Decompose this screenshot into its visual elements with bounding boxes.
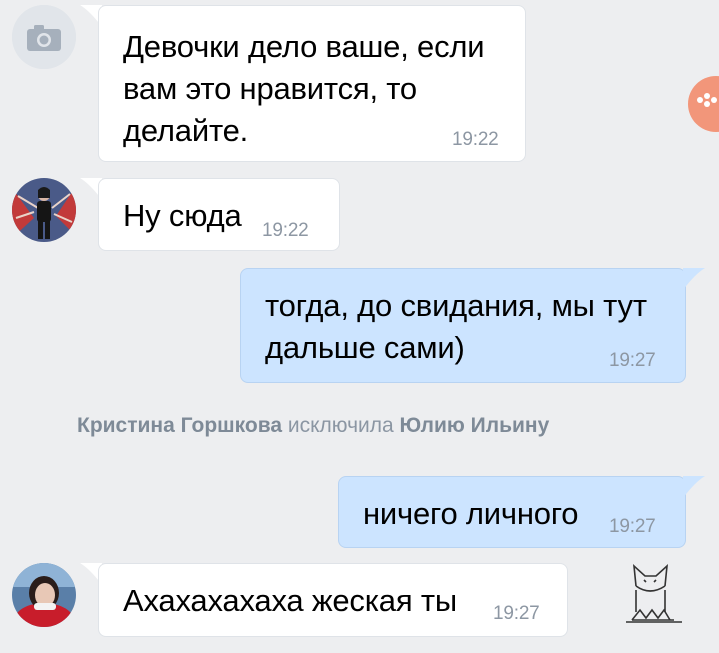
cat-sticker-icon[interactable] (618, 560, 688, 626)
system-event: Кристина Горшкова исключила Юлию Ильину (77, 414, 697, 438)
message-text-line: Девочки дело ваше, если (123, 29, 485, 64)
message-text-line: ничего личного (363, 496, 579, 531)
message-text-line: дальше сами) (265, 330, 465, 365)
message-time: 19:22 (262, 220, 309, 241)
user-photo (12, 563, 76, 627)
message-text-line: тогда, до свидания, мы тут (265, 288, 647, 323)
message-text-line: вам это нравится, то (123, 71, 417, 106)
gamepad-icon (697, 93, 717, 107)
user-avatar[interactable] (12, 178, 76, 242)
user-photo (12, 178, 76, 242)
message-text-line: Ну сюда (123, 198, 242, 233)
bubble-tail (683, 268, 705, 290)
message-text-line: делайте. (123, 113, 249, 148)
avatar-camera-placeholder[interactable] (12, 5, 76, 69)
user-avatar[interactable] (12, 563, 76, 627)
message-bubble[interactable]: Ахахахахаха жеская ты 19:27 (98, 563, 568, 637)
system-event-target[interactable]: Юлию Ильину (400, 414, 550, 437)
bubble-tail (683, 476, 705, 498)
message-time: 19:22 (452, 129, 499, 150)
chat-messages: Девочки дело ваше, если вам это нравится… (0, 0, 719, 653)
message-bubble[interactable]: Девочки дело ваше, если вам это нравится… (98, 5, 526, 162)
camera-icon (12, 5, 76, 69)
message-time: 19:27 (609, 516, 656, 537)
message-bubble-outgoing[interactable]: тогда, до свидания, мы тут дальше сами) … (240, 268, 686, 383)
message-bubble-outgoing[interactable]: ничего личного 19:27 (338, 476, 686, 548)
message-bubble[interactable]: Ну сюда 19:22 (98, 178, 340, 251)
system-event-action: исключила (287, 414, 394, 437)
gamepad-button[interactable] (688, 76, 719, 132)
message-time: 19:27 (493, 603, 540, 624)
system-event-actor[interactable]: Кристина Горшкова (77, 414, 282, 437)
message-time: 19:27 (609, 350, 656, 371)
message-text-line: Ахахахахаха жеская ты (123, 583, 457, 618)
